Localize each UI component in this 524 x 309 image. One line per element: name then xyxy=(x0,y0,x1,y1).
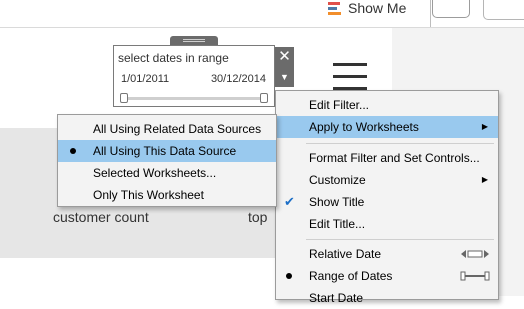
submenu-item-selected-worksheets[interactable]: Selected Worksheets... xyxy=(58,162,276,184)
submenu-arrow-icon: ▶ xyxy=(481,122,488,131)
toolbar-button[interactable] xyxy=(483,0,524,20)
selected-bullet-icon xyxy=(286,273,292,279)
end-date-value[interactable]: 30/12/2014 xyxy=(211,73,266,85)
filter-card-drag-handle[interactable] xyxy=(170,36,218,45)
submenu-item-this-data-source[interactable]: All Using This Data Source xyxy=(58,140,276,162)
menu-item-customize[interactable]: Customize ▶ xyxy=(276,169,498,191)
menu-item-label: Show Title xyxy=(309,195,365,209)
menu-item-label: Range of Dates xyxy=(309,269,393,283)
menu-item-label: All Using Related Data Sources xyxy=(93,122,262,136)
menu-item-format-filter[interactable]: Format Filter and Set Controls... xyxy=(276,147,498,169)
submenu-arrow-icon: ▶ xyxy=(481,175,488,184)
close-icon[interactable]: ✕ xyxy=(275,47,294,67)
menu-item-label: All Using This Data Source xyxy=(93,144,237,158)
selected-bullet-icon xyxy=(70,148,76,154)
top-label: top xyxy=(248,209,268,225)
comment-button[interactable] xyxy=(432,0,470,18)
menu-item-label: Edit Filter... xyxy=(309,98,370,112)
filter-context-menu: Edit Filter... Apply to Worksheets ▶ For… xyxy=(275,90,499,305)
menu-icon[interactable] xyxy=(333,63,367,91)
menu-item-label: Format Filter and Set Controls... xyxy=(309,151,480,165)
menu-item-label: Edit Title... xyxy=(309,217,366,231)
range-of-dates-icon xyxy=(460,271,490,281)
checkmark-icon: ✔ xyxy=(284,194,295,209)
show-me-icon xyxy=(328,1,342,15)
start-date-value[interactable]: 1/01/2011 xyxy=(121,73,169,85)
menu-item-range-of-dates[interactable]: Range of Dates xyxy=(276,265,498,287)
submenu-item-related-data-sources[interactable]: All Using Related Data Sources xyxy=(58,118,276,140)
show-me-button[interactable]: Show Me xyxy=(328,0,406,16)
menu-item-show-title[interactable]: ✔ Show Title xyxy=(276,191,498,213)
slider-end-handle[interactable] xyxy=(260,93,268,103)
menu-item-label: Selected Worksheets... xyxy=(93,166,217,180)
customer-count-label: customer count xyxy=(53,209,149,225)
menu-item-label: Only This Worksheet xyxy=(93,188,204,202)
menu-item-edit-filter[interactable]: Edit Filter... xyxy=(276,94,498,116)
submenu-item-only-this-worksheet[interactable]: Only This Worksheet xyxy=(58,184,276,206)
menu-item-apply-to-worksheets[interactable]: Apply to Worksheets ▶ xyxy=(276,116,498,138)
slider-start-handle[interactable] xyxy=(120,93,128,103)
relative-date-icon xyxy=(461,250,489,258)
menu-item-label: Customize xyxy=(309,173,366,187)
menu-item-label: Relative Date xyxy=(309,247,382,261)
menu-item-relative-date[interactable]: Relative Date xyxy=(276,243,498,265)
menu-item-edit-title[interactable]: Edit Title... xyxy=(276,213,498,235)
menu-item-start-date[interactable]: Start Date xyxy=(276,287,498,309)
filter-title: select dates in range xyxy=(118,51,229,65)
menu-item-label: Start Date xyxy=(309,291,364,305)
apply-to-worksheets-submenu: All Using Related Data Sources All Using… xyxy=(57,114,277,207)
toolbar-bottom-border xyxy=(0,27,524,28)
show-me-label: Show Me xyxy=(348,0,407,16)
menu-separator xyxy=(306,239,494,240)
menu-item-label: Apply to Worksheets xyxy=(309,120,419,134)
date-range-filter-card: select dates in range 1/01/2011 30/12/20… xyxy=(113,45,275,107)
toolbar-divider xyxy=(430,0,431,27)
chevron-down-icon[interactable]: ▼ xyxy=(275,67,294,87)
date-range-slider[interactable] xyxy=(122,97,265,100)
menu-separator xyxy=(306,143,494,144)
